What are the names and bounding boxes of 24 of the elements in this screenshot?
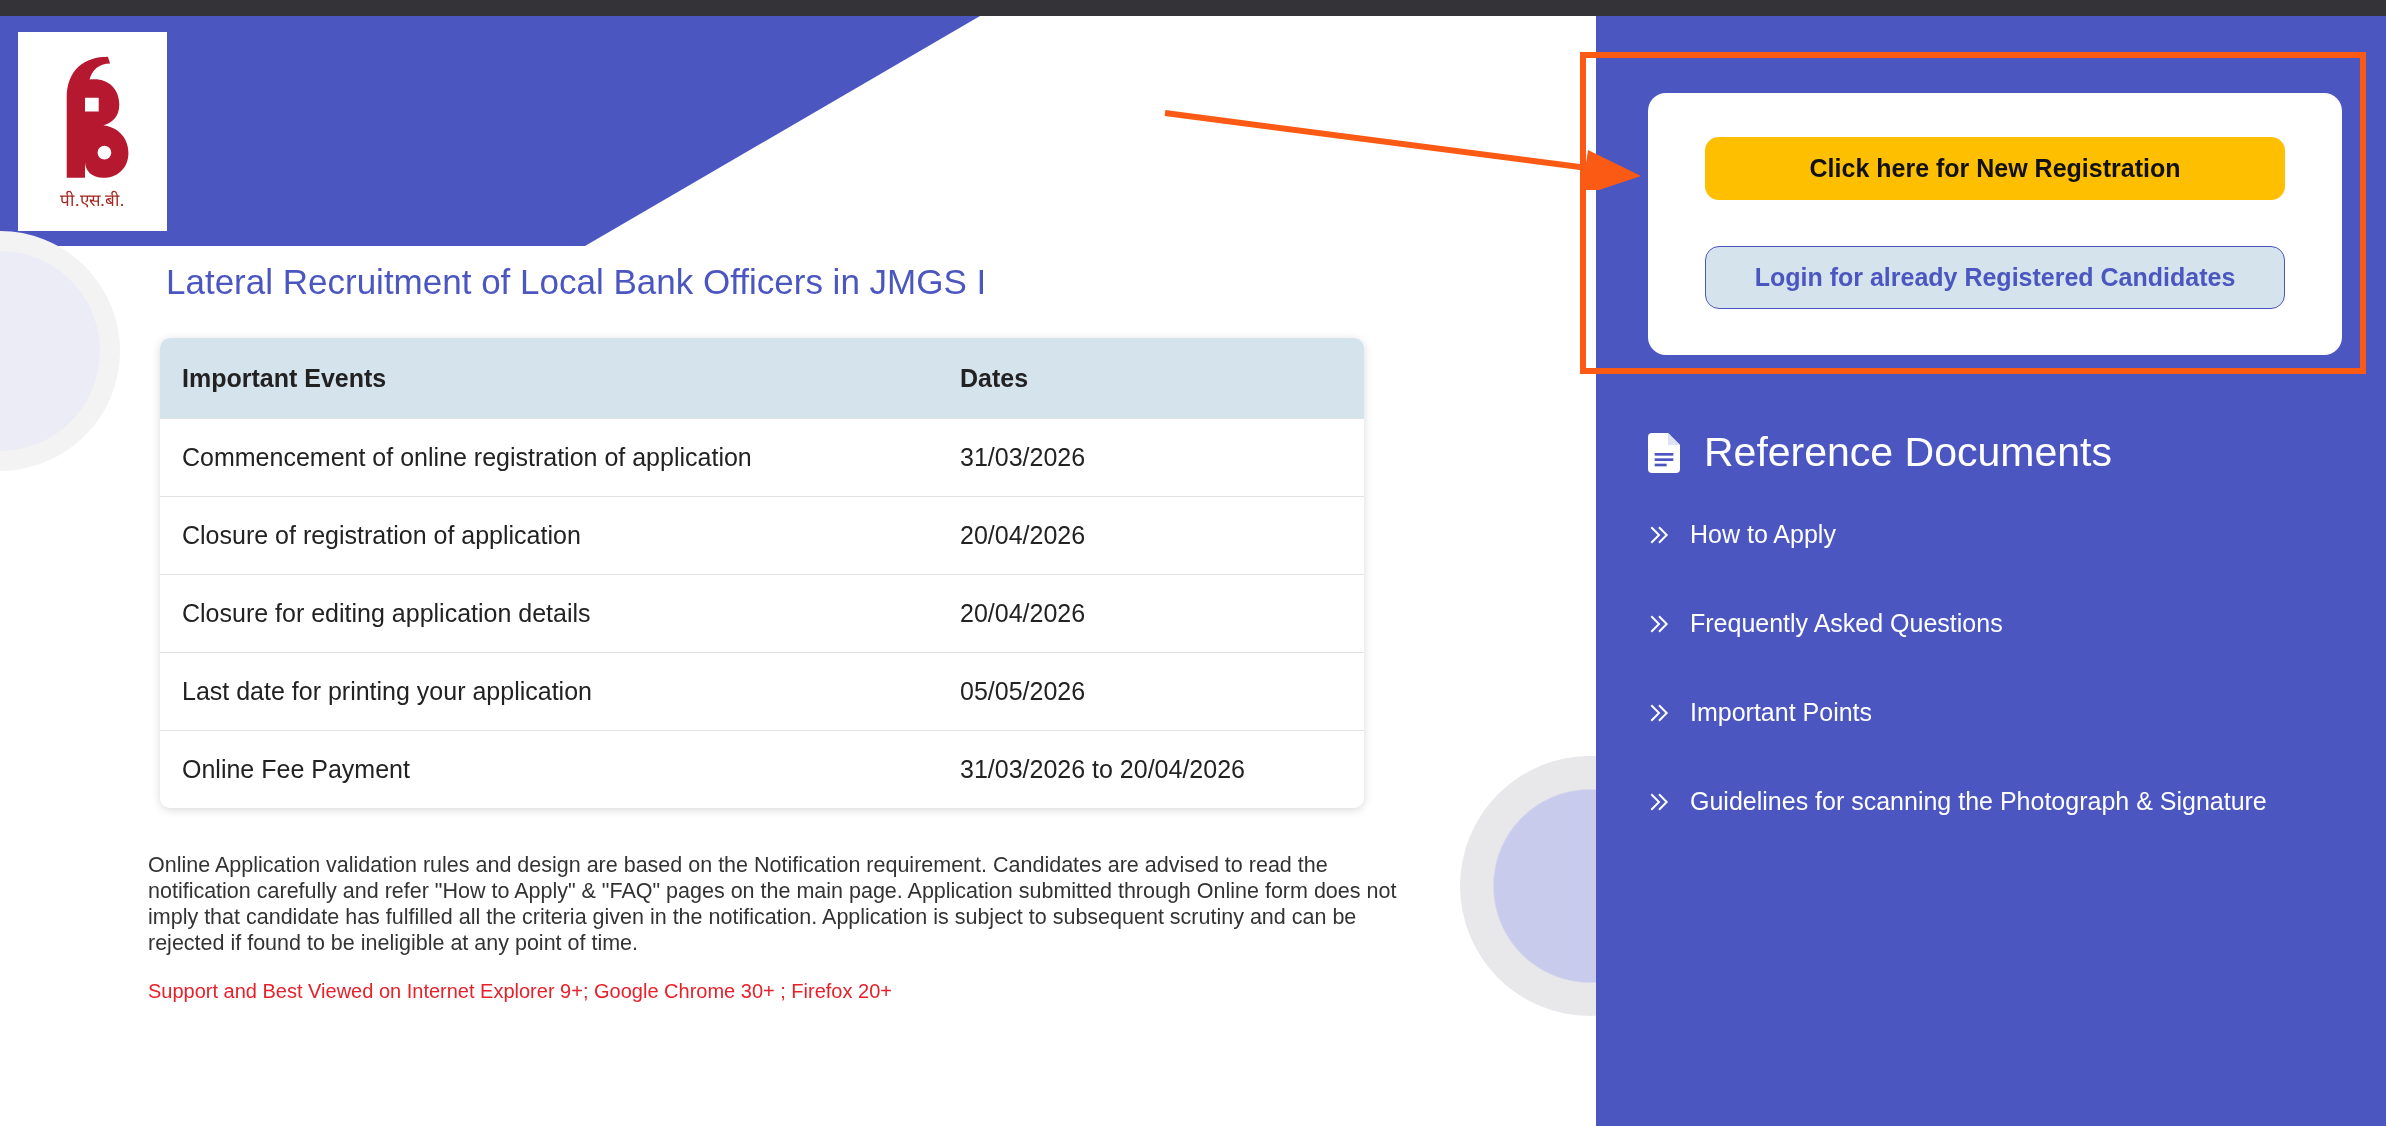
table-cell-text: Closure of registration of application	[181, 520, 582, 551]
table-cell-text: Online Fee Payment	[181, 754, 411, 785]
logo-caption: पी.एस.बी.	[60, 189, 125, 211]
document-link[interactable]: Guidelines for scanning the Photograph & Signature	[1690, 787, 2267, 816]
page-title: Lateral Recruitment of Local Bank Officers in JMGS I	[166, 262, 988, 302]
column-header: Important Events	[181, 362, 388, 394]
table-cell-text: 05/05/2026	[959, 676, 1087, 707]
notice-text: Online Application validation rules and design are based on the Notification requirement. Candidates are advised to read the notification carefully and refer "How to Apply" & "FAQ" pages on the main page. Application submitted through Online form does not imply that candidate has fulfilled all the criteria given in the notification. Application is subject to subsequent scrutiny and can be rejected if found to be ineligible at any point of time.	[148, 852, 1398, 956]
registration-button[interactable]: Click here for New Registration	[1705, 137, 2285, 200]
table-cell-text: 20/04/2026	[959, 520, 1087, 551]
column-header: Dates	[959, 362, 1030, 394]
document-link[interactable]: How to Apply	[1690, 520, 1836, 549]
login-button[interactable]: Login for already Registered Candidates	[1705, 246, 2285, 309]
table-cell-text: Closure for editing application details	[181, 598, 592, 629]
document-link[interactable]: Frequently Asked Questions	[1690, 609, 2003, 638]
document-icon	[1648, 432, 1680, 473]
browser-note: Support and Best Viewed on Internet Explorer 9+; Google Chrome 30+ ; Firefox 20+	[148, 980, 893, 1003]
section-title: Reference Documents	[1704, 429, 2112, 476]
table-cell-text: 31/03/2026	[959, 442, 1087, 473]
table-cell-text: Commencement of online registration of application	[181, 442, 753, 473]
table-cell-text: 20/04/2026	[959, 598, 1087, 629]
table-cell-text: 31/03/2026 to 20/04/2026	[959, 754, 1246, 785]
document-link[interactable]: Important Points	[1690, 698, 1873, 727]
table-cell-text: Last date for printing your application	[181, 676, 593, 707]
